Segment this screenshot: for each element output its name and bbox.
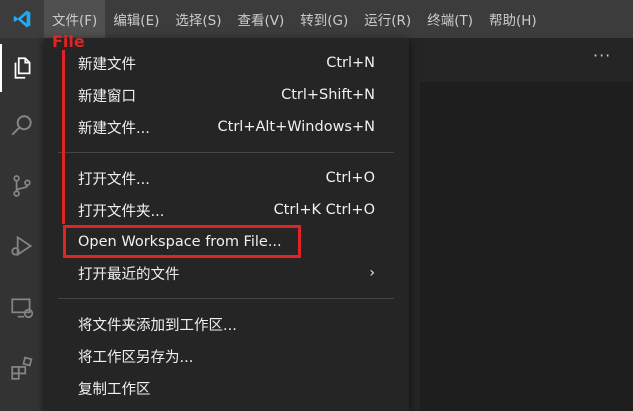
remote-explorer-icon[interactable] [0,284,44,332]
chevron-right-icon: › [369,265,375,281]
annotation-label: File [52,32,85,51]
menu-edit[interactable]: 编辑(E) [105,0,167,38]
menu-view[interactable]: 查看(V) [230,0,293,38]
activity-bar [0,38,44,411]
annotation-highlight-box [63,225,301,258]
menu-item-open-file[interactable]: 打开文件... Ctrl+O [44,162,409,194]
run-debug-icon[interactable] [0,222,44,270]
menu-terminal[interactable]: 终端(T) [419,0,481,38]
menu-item-save-workspace-as[interactable]: 将工作区另存为... [44,340,409,372]
editor-area [420,38,633,411]
menu-item-add-folder-to-workspace[interactable]: 将文件夹添加到工作区... [44,308,409,340]
menu-item-duplicate-workspace[interactable]: 复制工作区 [44,372,409,404]
source-control-icon[interactable] [0,162,44,210]
menu-item-new-file[interactable]: 新建文件 Ctrl+N [44,47,409,79]
menu-selection[interactable]: 选择(S) [167,0,229,38]
annotation-line [62,50,65,224]
search-icon[interactable] [0,102,44,150]
menu-separator [58,152,394,153]
explorer-icon[interactable] [0,44,44,92]
extensions-icon[interactable] [0,344,44,392]
menu-item-open-recent[interactable]: 打开最近的文件 › [44,257,409,289]
menu-item-new-window[interactable]: 新建窗口 Ctrl+Shift+N [44,79,409,111]
menu-item-new-file-dialog[interactable]: 新建文件... Ctrl+Alt+Windows+N [44,111,409,143]
more-actions-icon[interactable]: ··· [593,46,611,65]
menu-run[interactable]: 运行(R) [356,0,419,38]
vscode-logo-icon [0,0,44,38]
menu-help[interactable]: 帮助(H) [481,0,545,38]
menu-go[interactable]: 转到(G) [292,0,356,38]
menu-item-open-folder[interactable]: 打开文件夹... Ctrl+K Ctrl+O [44,194,409,226]
title-bar: 文件(F) 编辑(E) 选择(S) 查看(V) 转到(G) 运行(R) 终端(T… [0,0,633,38]
menu-separator [58,298,394,299]
